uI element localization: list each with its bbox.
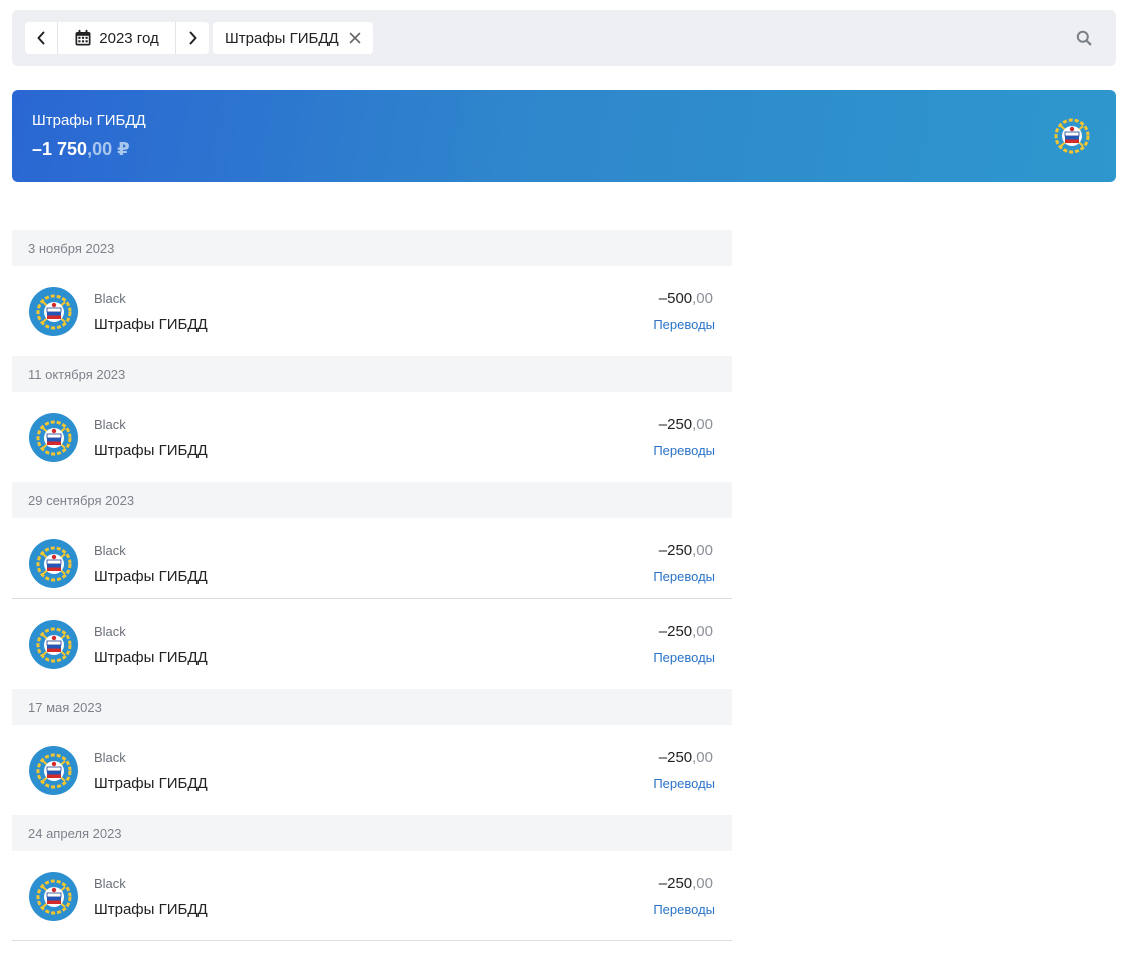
amount-int: –500: [658, 290, 693, 307]
date-header: 11 октября 2023: [12, 356, 732, 392]
remove-filter-button[interactable]: [347, 30, 363, 46]
amount-frac: ,00: [692, 623, 713, 640]
summary-title: Штрафы ГИБДД: [32, 112, 146, 129]
date-header: 24 апреля 2023: [12, 815, 732, 851]
card-name: Black: [94, 876, 126, 891]
transaction-amount: –250,00: [659, 542, 713, 559]
amount-frac: ,00: [692, 749, 713, 766]
gibdd-emblem-icon: [29, 413, 78, 462]
gibdd-emblem-icon: [29, 620, 78, 669]
transaction-list: 3 ноября 2023 Black Штрафы ГИБДД –500,00…: [12, 230, 732, 941]
transaction-amount: –250,00: [659, 623, 713, 640]
amount-frac: ,00: [692, 416, 713, 433]
card-name: Black: [94, 543, 126, 558]
amount-int: –250: [658, 875, 693, 892]
gibdd-emblem-icon: [29, 872, 78, 921]
search-icon: [1076, 30, 1092, 46]
gibdd-emblem-icon: [29, 539, 78, 588]
amount-int: –250: [658, 542, 693, 559]
card-name: Black: [94, 624, 126, 639]
amount-int: –250: [658, 749, 693, 766]
transaction-title: Штрафы ГИБДД: [94, 316, 208, 333]
category-link[interactable]: Переводы: [653, 443, 715, 458]
category-link[interactable]: Переводы: [653, 650, 715, 665]
gibdd-emblem-icon: [29, 287, 78, 336]
amount-frac: ,00: [692, 290, 713, 307]
card-name: Black: [94, 417, 126, 432]
summary-amount-frac: ,00 ₽: [87, 139, 130, 159]
transaction-amount: –250,00: [659, 749, 713, 766]
card-name: Black: [94, 291, 126, 306]
period-label: 2023 год: [99, 29, 159, 47]
transaction-row[interactable]: Black Штрафы ГИБДД –250,00 Переводы: [12, 518, 732, 599]
transaction-title: Штрафы ГИБДД: [94, 775, 208, 792]
calendar-icon: [75, 29, 91, 46]
transaction-row[interactable]: Black Штрафы ГИБДД –250,00 Переводы: [12, 599, 732, 689]
transaction-row[interactable]: Black Штрафы ГИБДД –250,00 Переводы: [12, 851, 732, 941]
close-icon: [349, 32, 360, 44]
transaction-row[interactable]: Black Штрафы ГИБДД –250,00 Переводы: [12, 725, 732, 815]
search-button[interactable]: [1074, 28, 1094, 48]
date-header: 3 ноября 2023: [12, 230, 732, 266]
summary-banner: Штрафы ГИБДД –1 750,00 ₽: [12, 90, 1116, 182]
transaction-title: Штрафы ГИБДД: [94, 649, 208, 666]
transaction-amount: –250,00: [659, 416, 713, 433]
date-header: 29 сентября 2023: [12, 482, 732, 518]
period-select-button[interactable]: 2023 год: [58, 22, 176, 54]
filter-bar: 2023 год Штрафы ГИБДД: [12, 10, 1116, 66]
amount-frac: ,00: [692, 542, 713, 559]
next-period-button[interactable]: [176, 22, 209, 54]
date-header: 17 мая 2023: [12, 689, 732, 725]
card-name: Black: [94, 750, 126, 765]
category-filter-chip[interactable]: Штрафы ГИБДД: [213, 22, 373, 54]
amount-frac: ,00: [692, 875, 713, 892]
transaction-row[interactable]: Black Штрафы ГИБДД –250,00 Переводы: [12, 392, 732, 482]
summary-amount-int: –1 750: [32, 139, 88, 159]
gibdd-emblem-icon: [1054, 118, 1090, 154]
category-link[interactable]: Переводы: [653, 776, 715, 791]
chevron-right-icon: [189, 31, 196, 45]
previous-period-button[interactable]: [25, 22, 58, 54]
category-link[interactable]: Переводы: [653, 902, 715, 917]
category-link[interactable]: Переводы: [653, 317, 715, 332]
transaction-row[interactable]: Black Штрафы ГИБДД –500,00 Переводы: [12, 266, 732, 356]
amount-int: –250: [658, 623, 693, 640]
amount-int: –250: [658, 416, 693, 433]
transaction-title: Штрафы ГИБДД: [94, 442, 208, 459]
chip-label: Штрафы ГИБДД: [225, 29, 339, 47]
chevron-left-icon: [37, 31, 45, 45]
transaction-amount: –250,00: [659, 875, 713, 892]
category-link[interactable]: Переводы: [653, 569, 715, 584]
transaction-title: Штрафы ГИБДД: [94, 901, 208, 918]
summary-amount: –1 750,00 ₽: [32, 139, 130, 160]
transaction-title: Штрафы ГИБДД: [94, 568, 208, 585]
transaction-amount: –500,00: [659, 290, 713, 307]
gibdd-emblem-icon: [29, 746, 78, 795]
